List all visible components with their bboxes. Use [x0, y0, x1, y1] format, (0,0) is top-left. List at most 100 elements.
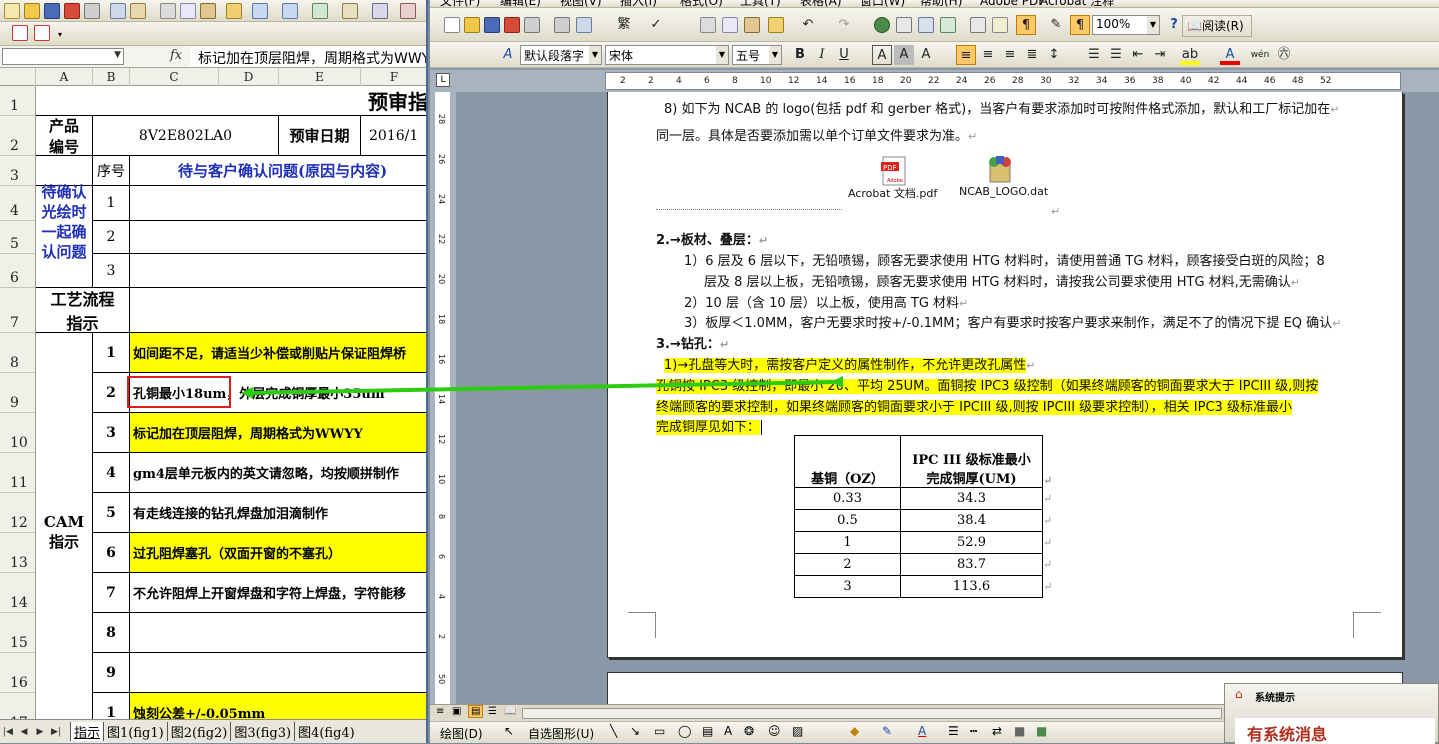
traditional-chinese-icon[interactable]: 繁 [614, 15, 634, 35]
row-header[interactable]: 17 [0, 693, 36, 719]
row-header[interactable]: 13 [0, 533, 36, 573]
row-header[interactable]: 12 [0, 493, 36, 533]
bold-icon[interactable]: B [790, 45, 810, 65]
cam-item-text[interactable]: 如间距不足，请适当少补偿或削贴片保证阻焊桥 [130, 333, 426, 373]
pending-questions-label[interactable]: 待确认 光绘时 一起确 认问题 [36, 156, 93, 288]
row-header[interactable]: 3 [0, 156, 36, 186]
product-number-label[interactable]: 产品 编号 [36, 116, 93, 156]
table-cell[interactable]: 0.5 [794, 509, 901, 532]
menu-item[interactable]: 文件(F) [440, 0, 480, 7]
menu-item[interactable]: 窗口(W) [860, 0, 905, 7]
table-row[interactable]: 0.33 34.3 ↵ [794, 487, 1053, 510]
tables-borders-icon[interactable] [896, 17, 912, 33]
pending-question-cell[interactable] [130, 254, 426, 288]
cam-item-number[interactable]: 9 [93, 653, 130, 693]
para-3-2b[interactable]: 终端顾客的要求控制，如果终端顾客的铜面要求小于 IPCIII 级,则按 IPCI… [656, 396, 1292, 415]
arrow-icon[interactable]: ↘ [630, 724, 640, 738]
redo-icon[interactable]: ↷ [834, 15, 854, 35]
cam-item-text[interactable]: 不允许阻焊上开窗焊盘和字符上焊盘，字符能移 [130, 573, 426, 613]
decrease-indent-icon[interactable]: ⇤ [1128, 45, 1148, 65]
columns-icon[interactable] [970, 17, 986, 33]
cam-item-text[interactable]: gm4层单元板内的英文请忽略，均按顺拼制作 [130, 453, 426, 493]
character-border-icon[interactable]: A [872, 45, 892, 65]
print-view-icon[interactable]: ▤ [468, 705, 484, 718]
sheet-tab[interactable]: 图4(fig4) [294, 722, 358, 741]
row-header[interactable]: 2 [0, 116, 36, 156]
horizontal-ruler[interactable]: L 2 2 4 6 8 10 12 14 16 18 20 22 24 26 28 30 32 34 36 38 40 4… [430, 70, 1439, 92]
font-size-box[interactable]: 五号 ▼ [732, 45, 782, 65]
tolerance-item-text[interactable]: 蚀刻公差+/-0.05mm [130, 693, 426, 719]
product-number-value[interactable]: 8V2E802LA0 [93, 116, 279, 156]
cam-item-number[interactable]: 6 [93, 533, 130, 573]
dash-style-icon[interactable]: ┅ [970, 724, 977, 738]
table-cell[interactable]: 1 [794, 531, 901, 554]
review-date-value[interactable]: 2016/1 [361, 116, 426, 156]
font-box[interactable]: 宋体 ▼ [605, 45, 729, 65]
print-icon[interactable] [84, 3, 100, 19]
zoom-dropdown-icon[interactable]: ▼ [1147, 16, 1159, 34]
format-painter-icon[interactable] [226, 3, 242, 19]
diagram-icon[interactable]: ❂ [744, 724, 754, 738]
pending-seq[interactable]: 3 [93, 254, 130, 288]
cam-item-number[interactable]: 4 [93, 453, 130, 493]
review-date-label[interactable]: 预审日期 [279, 116, 361, 156]
copy-icon[interactable] [722, 17, 738, 33]
line-icon[interactable]: ╲ [610, 724, 617, 738]
last-sheet-icon[interactable]: ▶| [48, 727, 64, 737]
para-2-2[interactable]: 2）10 层（含 10 层）以上板，使用高 TG 材料↵ [684, 292, 968, 311]
convert-to-pdf-icon[interactable] [12, 25, 28, 41]
align-justify-icon[interactable]: ≡ [956, 45, 976, 65]
align-center-icon[interactable]: ≡ [978, 45, 998, 65]
undo-icon[interactable] [252, 3, 268, 19]
undo-icon[interactable]: ↶ [798, 15, 818, 35]
style-dropdown-icon[interactable]: ▼ [589, 46, 601, 64]
cam-item-number[interactable]: 5 [93, 493, 130, 533]
oval-icon[interactable]: ◯ [678, 724, 691, 738]
textbox-icon[interactable]: ▤ [702, 724, 713, 738]
row-header[interactable]: 16 [0, 653, 36, 693]
redo-icon[interactable] [282, 3, 298, 19]
format-painter-icon[interactable] [768, 17, 784, 33]
ink-comment-icon[interactable]: ✎ [1046, 15, 1066, 35]
cam-item-number[interactable]: 3 [93, 413, 130, 453]
toolbar-options-icon[interactable]: ▾ [58, 30, 66, 40]
permission-icon[interactable] [504, 17, 520, 33]
row-header[interactable]: 5 [0, 221, 36, 254]
para-2-1a[interactable]: 1）6 层及 6 层以下，无铅喷锡，顾客无要求使用 HTG 材料时，请使用普通 … [684, 250, 1325, 269]
paste-icon[interactable] [200, 3, 216, 19]
cam-item-number[interactable]: 1 [93, 333, 130, 373]
cut-icon[interactable] [160, 3, 176, 19]
picture-icon[interactable]: ▨ [792, 724, 803, 738]
cam-item-text[interactable] [130, 613, 426, 653]
save-icon[interactable] [44, 3, 60, 19]
draw-menu[interactable]: 绘图(D) [440, 725, 483, 742]
para-8-line1[interactable]: 8) 如下为 NCAB 的 logo(包括 pdf 和 gerber 格式)，当… [664, 98, 1339, 117]
ruler-scale[interactable]: 2 2 4 6 8 10 12 14 16 18 20 22 24 26 28 30 32 34 36 38 40 42 4… [605, 72, 1401, 90]
arrow-style-icon[interactable]: ⇄ [992, 724, 1002, 738]
italic-icon[interactable]: I [812, 45, 832, 65]
cam-item-text[interactable]: 有走线连接的钻孔焊盘加泪滴制作 [130, 493, 426, 533]
row-header[interactable]: 11 [0, 453, 36, 493]
zoom-box[interactable]: 100% ▼ [1092, 15, 1160, 35]
copper-thickness-table[interactable]: 基铜（OZ） IPC III 级标准最小 完成铜厚(UM) ↵ 0.33 34.3… [794, 435, 1053, 598]
table-cell[interactable]: 3 [794, 575, 901, 598]
cam-item-number[interactable]: 7 [93, 573, 130, 613]
pdf-attachment-label[interactable]: Acrobat 文档.pdf [848, 185, 937, 201]
table-cell[interactable]: 2 [794, 553, 901, 576]
vertical-ruler-scale[interactable]: 28 26 24 22 20 18 16 14 12 10 8 6 4 2 50 [435, 92, 450, 704]
shadow-icon[interactable]: ■ [1014, 724, 1025, 738]
table-row[interactable]: 0.5 38.4 ↵ [794, 509, 1053, 532]
heading-3[interactable]: 3.→钻孔：↵ [656, 333, 729, 352]
style-box[interactable]: 默认段落字 ▼ [520, 45, 602, 65]
column-header[interactable]: D [219, 68, 279, 86]
row-header[interactable]: 9 [0, 373, 36, 413]
table-row[interactable]: 1 52.9 ↵ [794, 531, 1053, 554]
print-preview-icon[interactable] [110, 3, 126, 19]
system-notification-popup[interactable]: ⌂ 系统提示 有系统消息 [1224, 683, 1439, 744]
menu-item[interactable]: 格式(O) [680, 0, 723, 7]
dat-attachment-label[interactable]: NCAB_LOGO.dat [959, 185, 1048, 198]
seq-header[interactable]: 序号 [93, 156, 130, 186]
formula-input[interactable]: 标记加在顶层阻焊，周期格式为WWYY [190, 47, 426, 66]
table-cell[interactable]: 0.33 [794, 487, 901, 510]
row-header[interactable]: 14 [0, 573, 36, 613]
